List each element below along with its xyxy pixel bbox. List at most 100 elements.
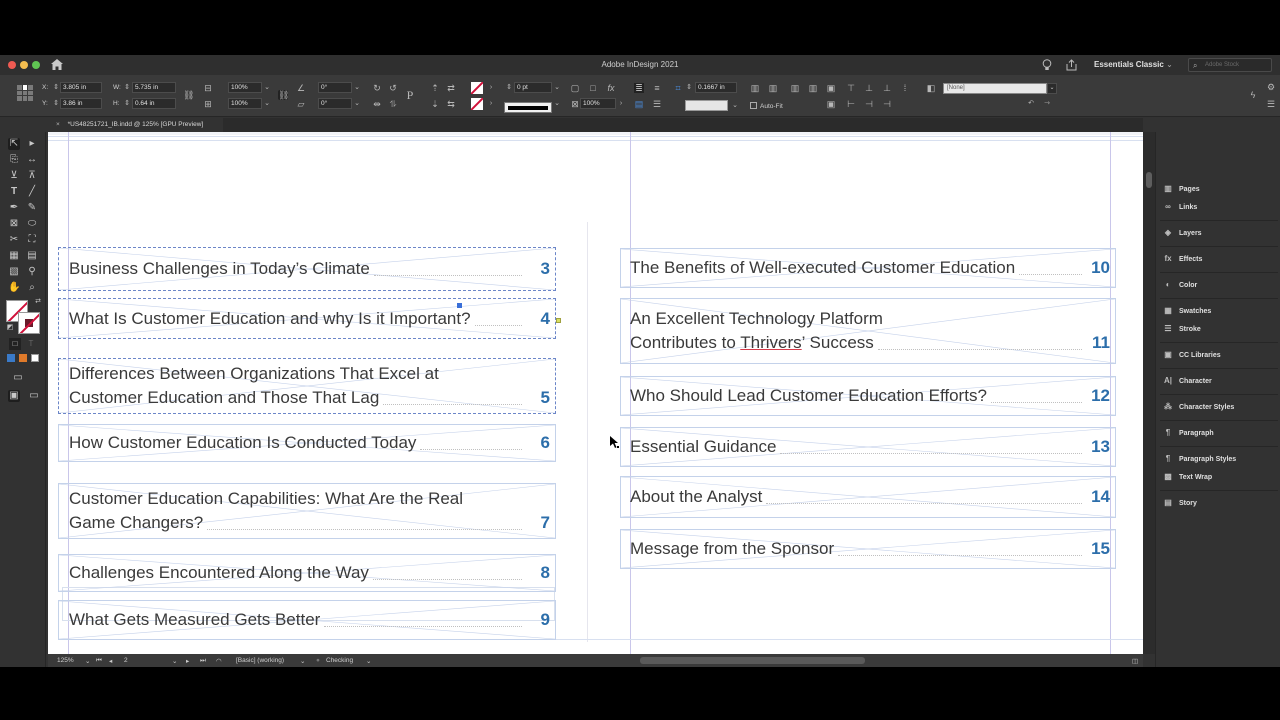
screen-mode-icon[interactable]: ▭ bbox=[12, 372, 24, 384]
chevron-down-icon[interactable]: ⌄ bbox=[262, 99, 272, 109]
workspace-switcher[interactable]: Essentials Classic ⌄ bbox=[1094, 60, 1173, 69]
chevron-down-icon[interactable]: ⌄ bbox=[366, 657, 371, 665]
rotate-ccw-icon[interactable]: ↺ bbox=[388, 83, 398, 93]
chevron-down-icon[interactable]: ⌄ bbox=[1047, 83, 1057, 94]
gradient-feather-tool-icon[interactable]: ▤ bbox=[26, 250, 38, 262]
align-icon[interactable]: ▣ bbox=[826, 99, 836, 109]
apply-color-swatch[interactable] bbox=[7, 354, 15, 362]
apply-none-swatch[interactable] bbox=[31, 354, 39, 362]
scissors-tool-icon[interactable]: ✂ bbox=[8, 234, 20, 246]
align-text-center-icon[interactable]: ≡ bbox=[652, 83, 662, 93]
y-position-field[interactable]: 3.86 in bbox=[60, 98, 102, 109]
next-page-icon[interactable]: ▸ bbox=[186, 657, 189, 665]
align-hcenter-icon[interactable]: ▥ bbox=[768, 83, 778, 93]
preflight-profile[interactable]: [Basic] (working) bbox=[236, 657, 284, 664]
align-bottom-icon[interactable]: ⊥ bbox=[882, 83, 892, 93]
panel-character[interactable]: A| Character bbox=[1162, 376, 1212, 390]
quick-apply-icon[interactable]: ⇾ bbox=[1042, 99, 1052, 109]
ellipse-tool-icon[interactable]: ⬭ bbox=[26, 218, 38, 230]
out-port-handle[interactable] bbox=[556, 318, 561, 323]
scale-x-field[interactable]: 100% bbox=[228, 82, 262, 93]
chevron-down-icon[interactable]: ⌄ bbox=[552, 83, 562, 93]
clear-overrides-icon[interactable]: ↶ bbox=[1026, 99, 1036, 109]
formatting-container-icon[interactable]: □ bbox=[9, 338, 21, 350]
constrain-scale-icon[interactable]: ⛓ bbox=[278, 90, 289, 100]
direct-selection-tool-icon[interactable]: ▸ bbox=[26, 138, 38, 150]
stepper-icon[interactable]: ⇕ bbox=[504, 83, 514, 93]
zoom-level-field[interactable]: 125% bbox=[57, 657, 74, 664]
page-number-field[interactable]: 2 bbox=[124, 657, 128, 664]
split-layout-view-icon[interactable]: ◫ bbox=[1132, 657, 1138, 665]
align-left-edges-icon[interactable]: ▥ bbox=[750, 83, 760, 93]
panel-paragraph-styles[interactable]: ¶ Paragraph Styles bbox=[1162, 454, 1236, 468]
selection-handle[interactable] bbox=[457, 303, 462, 308]
formatting-text-icon[interactable]: T bbox=[25, 338, 37, 350]
distribute-spacing-icon[interactable]: ⁞ bbox=[900, 83, 910, 93]
selection-tool-icon[interactable]: ⇱ bbox=[8, 138, 20, 150]
apply-gradient-swatch[interactable] bbox=[19, 354, 27, 362]
swap-fill-stroke-icon[interactable]: ⇄ bbox=[32, 296, 44, 308]
close-tab-icon[interactable]: × bbox=[56, 121, 60, 128]
horizontal-scroll-thumb[interactable] bbox=[640, 657, 865, 664]
select-next-icon[interactable]: ⇄ bbox=[446, 83, 456, 93]
rectangle-frame-tool-icon[interactable]: ⊠ bbox=[8, 218, 20, 230]
last-page-icon[interactable]: ⏭ bbox=[200, 657, 206, 665]
align-left-icon[interactable]: ⊢ bbox=[846, 99, 856, 109]
previous-page-icon[interactable]: ◂ bbox=[109, 657, 112, 665]
rotate-cw-icon[interactable]: ↻ bbox=[372, 83, 382, 93]
settings-icon[interactable]: ⚙ bbox=[1266, 82, 1276, 92]
width-field[interactable]: 5.735 in bbox=[132, 82, 176, 93]
panel-cc-libraries[interactable]: ▣ CC Libraries bbox=[1162, 350, 1220, 364]
select-content-icon[interactable]: ⇣ bbox=[430, 99, 440, 109]
align-vcenter-icon[interactable]: ⊥ bbox=[864, 83, 874, 93]
chevron-down-icon[interactable]: ⌄ bbox=[172, 657, 177, 665]
panel-links[interactable]: ∞ Links bbox=[1162, 202, 1197, 216]
select-previous-icon[interactable]: ⇆ bbox=[446, 99, 456, 109]
gap-tool-icon[interactable]: ↔ bbox=[26, 154, 38, 166]
stepper-icon[interactable]: ⇕ bbox=[684, 83, 694, 93]
text-frame-options-icon[interactable]: ▤ bbox=[634, 99, 644, 109]
spellcheck-error[interactable]: Thrivers bbox=[740, 333, 801, 352]
panel-pages[interactable]: ▥ Pages bbox=[1162, 184, 1199, 198]
pen-tool-icon[interactable]: ✒ bbox=[8, 202, 20, 214]
preflight-icon[interactable]: ◠ bbox=[216, 657, 222, 665]
first-page-icon[interactable]: ⏮ bbox=[96, 657, 102, 665]
select-container-icon[interactable]: ⇡ bbox=[430, 83, 440, 93]
note-tool-icon[interactable]: ▧ bbox=[8, 266, 20, 278]
flip-horizontal-icon[interactable]: ⇹ bbox=[372, 99, 382, 109]
flip-vertical-icon[interactable]: ⥮ bbox=[388, 99, 398, 109]
lightning-icon[interactable]: ϟ bbox=[1248, 90, 1258, 100]
align-text-top-icon[interactable]: ≣ bbox=[634, 83, 644, 93]
share-icon[interactable] bbox=[1066, 59, 1077, 71]
reference-point-selector[interactable] bbox=[17, 85, 33, 101]
chevron-down-icon[interactable]: ⌄ bbox=[262, 83, 272, 93]
stroke-weight-field[interactable]: 0 pt bbox=[514, 82, 552, 93]
align-right-icon[interactable]: ⊣ bbox=[882, 99, 892, 109]
scale-y-field[interactable]: 100% bbox=[228, 98, 262, 109]
inset-spacing-field[interactable]: 0.1667 in bbox=[695, 82, 737, 93]
distribute-icon[interactable]: ▥ bbox=[808, 83, 818, 93]
rotation-angle-field[interactable]: 0° bbox=[318, 82, 352, 93]
stroke-swatch[interactable] bbox=[471, 98, 483, 110]
stepper-icon[interactable]: ⇕ bbox=[122, 83, 132, 93]
chevron-right-icon[interactable]: › bbox=[486, 99, 496, 109]
pencil-tool-icon[interactable]: ✎ bbox=[26, 202, 38, 214]
align-center-icon[interactable]: ⊣ bbox=[864, 99, 874, 109]
content-placer-icon[interactable]: ⊼ bbox=[26, 170, 38, 182]
chevron-right-icon[interactable]: › bbox=[486, 83, 496, 93]
vertical-scrollbar[interactable] bbox=[1143, 132, 1155, 654]
fx-icon[interactable]: fx bbox=[606, 83, 616, 93]
zoom-tool-icon[interactable]: ⌕ bbox=[26, 282, 38, 294]
document-tab[interactable]: × *US48251721_IB.indd @ 125% [GPU Previe… bbox=[48, 118, 223, 132]
eyedropper-tool-icon[interactable]: ⚲ bbox=[26, 266, 38, 278]
normal-view-icon[interactable]: ▣ bbox=[8, 390, 20, 402]
gradient-swatch-tool-icon[interactable]: ▦ bbox=[8, 250, 20, 262]
content-collector-icon[interactable]: ⊻ bbox=[8, 170, 20, 182]
panel-layers[interactable]: ◈ Layers bbox=[1162, 228, 1202, 242]
menu-icon[interactable]: ☰ bbox=[1266, 99, 1276, 109]
panel-effects[interactable]: fx Effects bbox=[1162, 254, 1202, 268]
chevron-down-icon[interactable]: ⌄ bbox=[552, 99, 562, 109]
type-tool-icon[interactable]: T bbox=[8, 186, 20, 198]
panel-stroke[interactable]: ☰ Stroke bbox=[1162, 324, 1200, 338]
constrain-proportions-icon[interactable]: ⛓ bbox=[183, 90, 194, 100]
